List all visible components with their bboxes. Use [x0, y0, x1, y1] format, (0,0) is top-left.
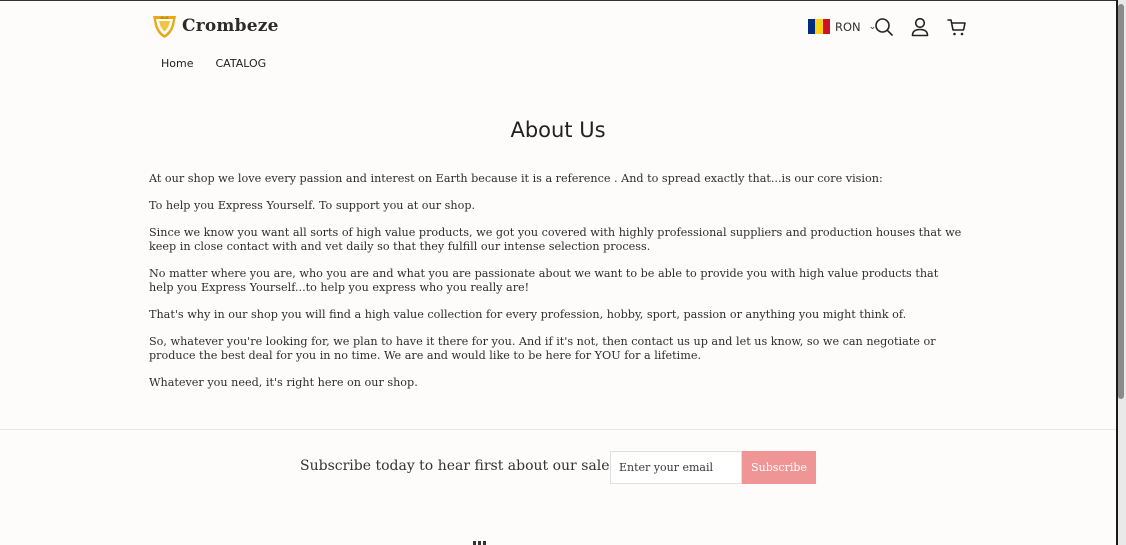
- about-content: At our shop we love every passion and in…: [149, 172, 964, 403]
- about-paragraph: To help you Express Yourself. To support…: [149, 199, 476, 212]
- currency-code: RON: [835, 19, 861, 34]
- cart-icon[interactable]: [946, 16, 968, 38]
- brand-logo[interactable]: Crombeze: [151, 13, 279, 39]
- section-divider: [0, 429, 1116, 430]
- about-paragraph: Whatever you need, it's right here on ou…: [149, 376, 418, 389]
- flag-stripe-yellow: [815, 19, 823, 34]
- main-nav: Home CATALOG: [161, 57, 266, 70]
- newsletter-text: Subscribe today to hear first about our …: [300, 458, 617, 474]
- page-title: About Us: [510, 118, 606, 142]
- email-field[interactable]: [610, 451, 742, 484]
- flag-stripe-blue: [808, 19, 816, 34]
- currency-selector[interactable]: RON ⌄: [808, 19, 876, 34]
- brand-name: Crombeze: [182, 16, 279, 36]
- footer-logo-fragment: [483, 541, 486, 545]
- shield-crown-logo-icon: [151, 13, 178, 39]
- romania-flag-icon: [808, 19, 830, 34]
- about-paragraph: So, whatever you're looking for, we plan…: [149, 335, 936, 362]
- footer-logo-peek: [473, 541, 486, 545]
- nav-item-home[interactable]: Home: [161, 57, 193, 70]
- about-paragraph: At our shop we love every passion and in…: [149, 172, 883, 185]
- window-top-edge: [0, 0, 1116, 1]
- about-paragraph: No matter where you are, who you are and…: [149, 267, 939, 294]
- about-paragraph: Since we know you want all sorts of high…: [149, 226, 962, 253]
- subscribe-button[interactable]: Subscribe: [742, 451, 816, 484]
- footer-logo-fragment: [473, 541, 476, 545]
- nav-item-catalog[interactable]: CATALOG: [215, 57, 266, 70]
- account-icon[interactable]: [909, 16, 931, 38]
- search-icon[interactable]: [873, 16, 895, 38]
- flag-stripe-red: [822, 19, 830, 34]
- scrollbar[interactable]: [1116, 0, 1126, 545]
- footer-logo-fragment: [478, 541, 481, 545]
- scrollbar-thumb[interactable]: [1118, 4, 1124, 399]
- about-paragraph: That's why in our shop you will find a h…: [149, 308, 907, 321]
